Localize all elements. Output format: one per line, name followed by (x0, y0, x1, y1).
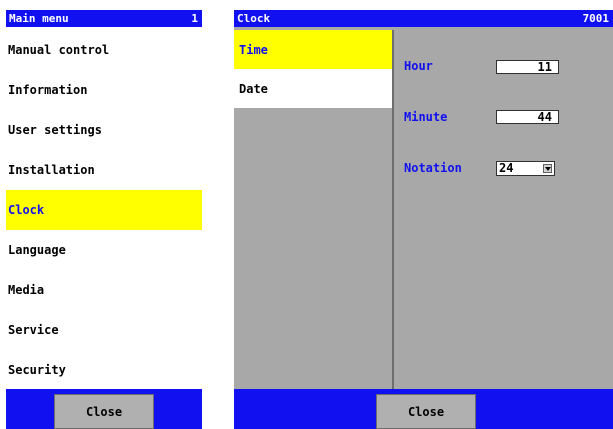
clock-title: Clock (237, 12, 271, 25)
notation-select[interactable]: 24 (496, 161, 555, 176)
menu-item-manual-control[interactable]: Manual control (6, 30, 202, 70)
main-menu-title: Main menu (9, 12, 69, 25)
main-menu-footer: Close (6, 389, 202, 429)
menu-item-installation[interactable]: Installation (6, 150, 202, 190)
hour-field[interactable]: 11 (496, 60, 559, 74)
menu-item-information[interactable]: Information (6, 70, 202, 110)
screen-code: 7001 (582, 12, 610, 25)
main-menu-titlebar: Main menu 1 (6, 10, 202, 27)
clock-panel: Clock 7001 Time Date Hour 11 Minute 44 N… (234, 10, 613, 429)
chevron-down-icon[interactable] (543, 164, 552, 173)
minute-label: Minute (404, 110, 448, 124)
main-menu-list: Manual control Information User settings… (6, 30, 202, 390)
menu-item-clock[interactable]: Clock (6, 190, 202, 230)
hour-label: Hour (404, 59, 433, 73)
minute-field[interactable]: 44 (496, 110, 559, 124)
menu-item-security[interactable]: Security (6, 350, 202, 390)
main-menu-panel: Main menu 1 Manual control Information U… (6, 10, 202, 429)
clock-tabs: Time Date (234, 30, 394, 389)
notation-value: 24 (499, 161, 514, 175)
clock-close-button[interactable]: Close (376, 394, 476, 429)
clock-footer: Close (234, 389, 613, 429)
menu-item-service[interactable]: Service (6, 310, 202, 350)
menu-item-media[interactable]: Media (6, 270, 202, 310)
page-number: 1 (191, 12, 198, 25)
main-menu-close-button[interactable]: Close (54, 394, 154, 429)
menu-item-user-settings[interactable]: User settings (6, 110, 202, 150)
tab-date[interactable]: Date (234, 69, 392, 108)
menu-item-language[interactable]: Language (6, 230, 202, 270)
tab-time[interactable]: Time (234, 30, 392, 69)
clock-titlebar: Clock 7001 (234, 10, 613, 27)
notation-label: Notation (404, 161, 462, 175)
